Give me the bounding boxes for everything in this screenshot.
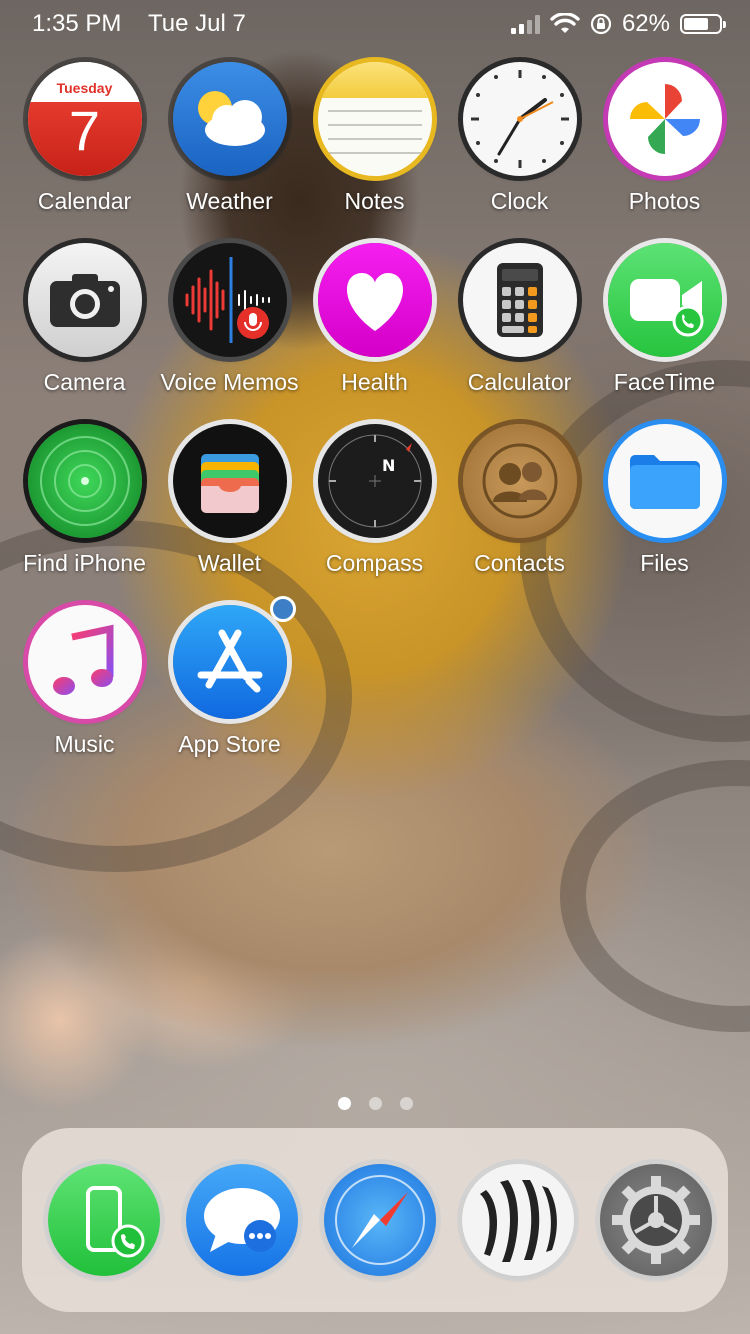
app-label: Voice Memos — [160, 369, 299, 395]
app-label: Contacts — [474, 550, 565, 576]
find-iphone-icon — [27, 424, 142, 538]
dock — [22, 1128, 728, 1312]
battery-percentage: 62% — [621, 10, 670, 37]
app-label: App Store — [178, 731, 281, 757]
voice-memos-icon — [172, 243, 287, 357]
app-contacts[interactable]: Contacts — [447, 424, 592, 577]
facetime-icon — [607, 243, 722, 357]
calculator-icon — [462, 243, 577, 357]
compass-icon: N — [317, 424, 432, 538]
app-compass[interactable]: N Compass — [302, 424, 447, 577]
app-find-iphone[interactable]: Find iPhone — [12, 424, 157, 577]
app-label: Music — [54, 731, 115, 757]
app-store-icon — [172, 605, 287, 719]
app-clock[interactable]: Clock — [447, 62, 592, 215]
camera-icon — [27, 243, 142, 357]
phone-icon[interactable] — [48, 1164, 160, 1276]
app-notes[interactable]: Notes — [302, 62, 447, 215]
app-label: Notes — [344, 188, 405, 214]
app-camera[interactable]: Camera — [12, 243, 157, 396]
app-label: Files — [640, 550, 689, 576]
app-files[interactable]: Files — [592, 424, 737, 577]
page-dot-3[interactable] — [399, 1097, 413, 1110]
battery-icon — [680, 14, 726, 34]
app-label: Calculator — [467, 369, 572, 395]
files-icon — [607, 424, 722, 538]
app-facetime[interactable]: FaceTime — [592, 243, 737, 396]
app-label: Clock — [490, 188, 549, 214]
music-icon — [27, 605, 142, 719]
app-label: Find iPhone — [23, 550, 146, 576]
app-calculator[interactable]: Calculator — [447, 243, 592, 396]
update-badge — [270, 596, 296, 622]
svg-text:N: N — [382, 456, 395, 475]
app-label: Health — [341, 369, 408, 395]
app-calendar[interactable]: Tuesday 7 Calendar — [12, 62, 157, 215]
app-music[interactable]: Music — [12, 605, 157, 758]
rotation-lock-icon — [590, 13, 612, 35]
home-screen: 1:35 PM Tue Jul 7 62% Tuesday 7 Calendar… — [0, 0, 750, 1334]
app-health[interactable]: Health — [302, 243, 447, 396]
safari-icon[interactable] — [324, 1164, 436, 1276]
wallpaper-pattern — [560, 760, 750, 1032]
health-icon — [317, 243, 432, 357]
settings-gear-icon[interactable] — [600, 1164, 712, 1276]
app-label: FaceTime — [613, 369, 716, 395]
app-label: Calendar — [37, 188, 132, 214]
app-weather[interactable]: Weather — [157, 62, 302, 215]
weather-icon — [172, 62, 287, 176]
messages-icon[interactable] — [186, 1164, 298, 1276]
contacts-icon — [462, 424, 577, 538]
app-wallet[interactable]: Wallet — [157, 424, 302, 577]
wallet-icon — [172, 424, 287, 538]
app-voice-memos[interactable]: Voice Memos — [157, 243, 302, 396]
clock-icon — [462, 62, 577, 176]
notes-icon — [317, 62, 432, 176]
app-app-store[interactable]: App Store — [157, 596, 302, 758]
app-label: Compass — [325, 550, 424, 576]
cellular-signal-icon — [510, 14, 540, 34]
calendar-icon: Tuesday 7 — [27, 62, 142, 176]
app-label: Weather — [186, 188, 273, 214]
page-indicator[interactable] — [0, 1097, 750, 1110]
status-time: 1:35 PM — [32, 10, 122, 37]
app-photos[interactable]: Photos — [592, 62, 737, 215]
app-label: Photos — [628, 188, 701, 214]
app-label: Wallet — [197, 550, 262, 576]
status-date: Tue Jul 7 — [148, 10, 246, 37]
photos-icon — [607, 62, 722, 176]
wifi-icon — [550, 13, 580, 33]
page-dot-2[interactable] — [368, 1097, 382, 1110]
status-bar: 1:35 PM Tue Jul 7 62% — [0, 0, 750, 48]
zebra-stripes-icon[interactable] — [462, 1164, 574, 1276]
app-label: Camera — [43, 369, 126, 395]
page-dot-1[interactable] — [337, 1097, 351, 1110]
